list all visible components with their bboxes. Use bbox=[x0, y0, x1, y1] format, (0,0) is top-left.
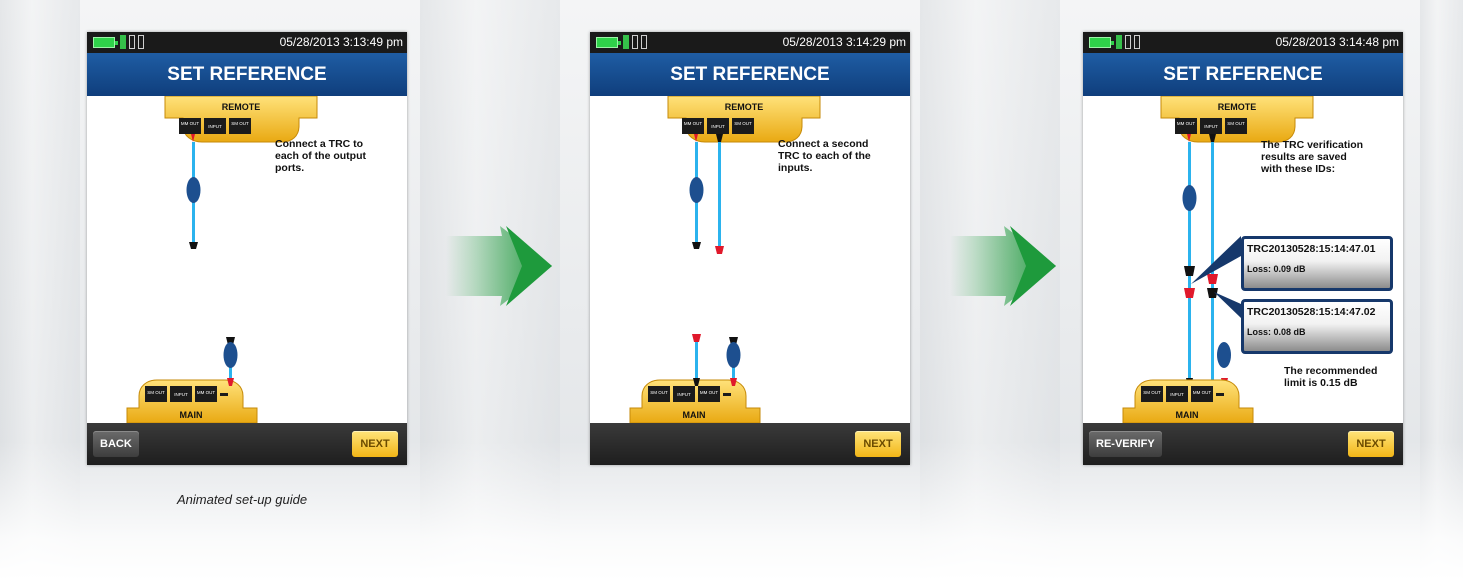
battery-icon bbox=[93, 37, 118, 48]
device-screen-step-3: 05/28/2013 3:14:48 pm SET REFERENCE REMO… bbox=[1083, 32, 1403, 465]
trc-loss: Loss: 0.09 dB bbox=[1247, 264, 1306, 274]
remote-label: REMOTE bbox=[725, 102, 764, 112]
svg-text:INPUT: INPUT bbox=[1170, 392, 1184, 397]
setup-diagram: REMOTE MM OUT INPUT SM OUT SM OUT INPUT … bbox=[1083, 95, 1403, 424]
softkey-bar: RE-VERIFY NEXT bbox=[1083, 423, 1403, 465]
trc-cable bbox=[223, 337, 238, 386]
svg-text:SM OUT: SM OUT bbox=[1143, 390, 1161, 395]
re-verify-button[interactable]: RE-VERIFY bbox=[1089, 431, 1162, 457]
instruction-text: Connect a TRC to each of the output port… bbox=[275, 138, 366, 174]
remote-module: REMOTE MM OUT INPUT SM OUT bbox=[164, 95, 318, 143]
svg-text:SM OUT: SM OUT bbox=[734, 121, 752, 126]
svg-text:INPUT: INPUT bbox=[711, 124, 725, 129]
svg-text:INPUT: INPUT bbox=[174, 392, 188, 397]
remote-status-icon bbox=[1134, 35, 1140, 49]
setup-diagram: REMOTE MM OUT INPUT SM OUT SM OUT INPUT … bbox=[590, 95, 910, 424]
main-label: MAIN bbox=[683, 410, 706, 420]
trc-id: TRC20130528:15:14:47.02 bbox=[1247, 306, 1376, 318]
remote-label: REMOTE bbox=[1218, 102, 1257, 112]
status-clock: 05/28/2013 3:14:48 pm bbox=[1275, 35, 1399, 49]
svg-text:MM OUT: MM OUT bbox=[700, 390, 718, 395]
svg-text:MM OUT: MM OUT bbox=[181, 121, 199, 126]
page-title: SET REFERENCE bbox=[590, 53, 910, 96]
status-clock: 05/28/2013 3:13:49 pm bbox=[279, 35, 403, 49]
trc-cable bbox=[689, 134, 704, 249]
instruction-text: The TRC verification results are saved w… bbox=[1261, 139, 1364, 175]
trc-cable bbox=[726, 337, 741, 386]
svg-text:SM OUT: SM OUT bbox=[1227, 121, 1245, 126]
main-module: SM OUT INPUT MM OUT MAIN bbox=[126, 379, 258, 424]
svg-text:SM OUT: SM OUT bbox=[147, 390, 165, 395]
trc-cable bbox=[692, 334, 701, 386]
page-title: SET REFERENCE bbox=[87, 53, 407, 96]
status-bar: 05/28/2013 3:14:29 pm bbox=[590, 32, 910, 53]
status-bar: 05/28/2013 3:14:48 pm bbox=[1083, 32, 1403, 53]
svg-text:INPUT: INPUT bbox=[677, 392, 691, 397]
back-button[interactable]: BACK bbox=[93, 431, 139, 457]
link-status-icon bbox=[129, 35, 135, 49]
remote-label: REMOTE bbox=[222, 102, 261, 112]
trc-result-box: TRC20130528:15:14:47.01 Loss: 0.09 dB bbox=[1241, 236, 1393, 291]
svg-text:MM OUT: MM OUT bbox=[1193, 390, 1211, 395]
main-module: SM OUT INPUT MM OUT MAIN bbox=[629, 379, 761, 424]
next-button[interactable]: NEXT bbox=[855, 431, 901, 457]
page-title: SET REFERENCE bbox=[1083, 53, 1403, 96]
link-status-icon bbox=[120, 35, 126, 49]
svg-text:MM OUT: MM OUT bbox=[197, 390, 215, 395]
battery-icon bbox=[1089, 37, 1114, 48]
remote-module: REMOTE MM OUT INPUT SM OUT bbox=[1160, 95, 1314, 143]
trc-loss: Loss: 0.08 dB bbox=[1247, 327, 1306, 337]
next-button[interactable]: NEXT bbox=[1348, 431, 1394, 457]
link-status-icon bbox=[623, 35, 629, 49]
limit-text: The recommended limit is 0.15 dB bbox=[1284, 365, 1378, 389]
link-status-icon bbox=[632, 35, 638, 49]
svg-text:SM OUT: SM OUT bbox=[231, 121, 249, 126]
svg-text:INPUT: INPUT bbox=[208, 124, 222, 129]
link-status-icon bbox=[1125, 35, 1131, 49]
softkey-bar: BACK NEXT bbox=[87, 423, 407, 465]
trc-cable bbox=[715, 134, 724, 254]
trc-result-box: TRC20130528:15:14:47.02 Loss: 0.08 dB bbox=[1241, 299, 1393, 354]
device-screen-step-1: 05/28/2013 3:13:49 pm SET REFERENCE REMO… bbox=[87, 32, 407, 465]
step-arrow-icon bbox=[950, 226, 1056, 306]
battery-icon bbox=[596, 37, 621, 48]
trc-cable bbox=[186, 134, 201, 249]
main-label: MAIN bbox=[180, 410, 203, 420]
svg-text:MM OUT: MM OUT bbox=[1177, 121, 1195, 126]
link-status-icon bbox=[1116, 35, 1122, 49]
status-clock: 05/28/2013 3:14:29 pm bbox=[782, 35, 906, 49]
next-button[interactable]: NEXT bbox=[352, 431, 398, 457]
svg-text:SM OUT: SM OUT bbox=[650, 390, 668, 395]
remote-status-icon bbox=[641, 35, 647, 49]
softkey-bar: NEXT bbox=[590, 423, 910, 465]
main-module: SM OUT INPUT MM OUT MAIN bbox=[1122, 379, 1254, 424]
instruction-text: Connect a second TRC to each of the inpu… bbox=[778, 138, 871, 174]
svg-text:INPUT: INPUT bbox=[1204, 124, 1218, 129]
status-bar: 05/28/2013 3:13:49 pm bbox=[87, 32, 407, 53]
callout-pointer bbox=[1214, 292, 1241, 318]
main-label: MAIN bbox=[1176, 410, 1199, 420]
remote-status-icon bbox=[138, 35, 144, 49]
setup-diagram: REMOTE MM OUT INPUT SM OUT SM OUT INPUT … bbox=[87, 95, 407, 424]
step-arrow-icon bbox=[446, 226, 552, 306]
caption: Animated set-up guide bbox=[177, 492, 308, 507]
trc-cable bbox=[1182, 134, 1197, 386]
svg-text:MM OUT: MM OUT bbox=[684, 121, 702, 126]
remote-module: REMOTE MM OUT INPUT SM OUT bbox=[667, 95, 821, 143]
trc-id: TRC20130528:15:14:47.01 bbox=[1247, 243, 1376, 255]
device-screen-step-2: 05/28/2013 3:14:29 pm SET REFERENCE REMO… bbox=[590, 32, 910, 465]
